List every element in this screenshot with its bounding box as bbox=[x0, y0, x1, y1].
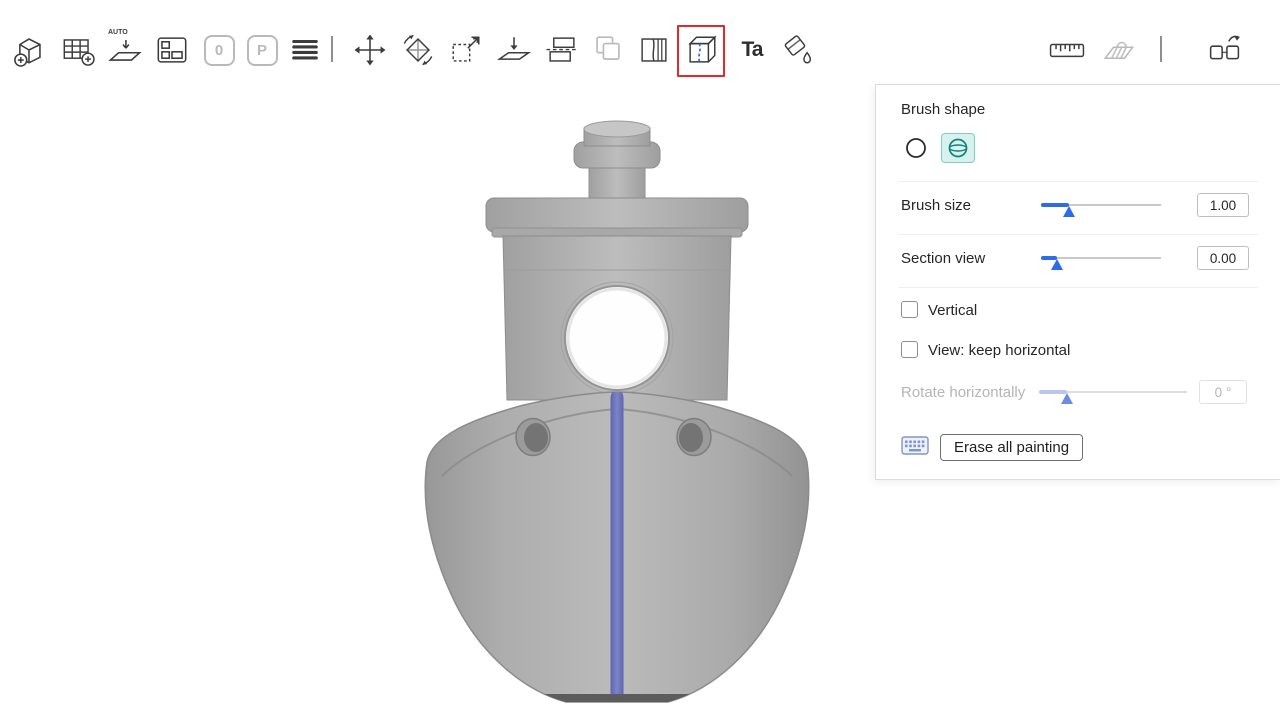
arrange-icon[interactable] bbox=[151, 27, 193, 73]
panel-divider bbox=[898, 234, 1258, 235]
tool-p-label: P bbox=[257, 42, 267, 59]
toolbar-separator bbox=[331, 36, 333, 62]
cut-icon[interactable] bbox=[541, 27, 583, 73]
shortcuts-keyboard-button[interactable] bbox=[901, 436, 929, 456]
rotate-icon[interactable] bbox=[397, 27, 439, 73]
add-plate-icon[interactable] bbox=[57, 27, 99, 73]
layers-icon[interactable] bbox=[284, 27, 326, 73]
tool-p-icon[interactable]: P bbox=[241, 27, 283, 73]
place-on-face-icon[interactable] bbox=[493, 27, 535, 73]
benchy-porthole-right bbox=[677, 419, 711, 456]
benchy-chimney bbox=[574, 121, 660, 204]
text-tool-icon[interactable]: Ta bbox=[731, 27, 773, 73]
clone-icon[interactable] bbox=[587, 27, 629, 73]
measure-icon[interactable] bbox=[1046, 27, 1088, 73]
split-icon[interactable] bbox=[1204, 27, 1246, 73]
benchy-cabin bbox=[486, 198, 748, 400]
brush-size-slider[interactable] bbox=[1041, 193, 1161, 217]
tool-0-label: 0 bbox=[215, 42, 223, 59]
seam-painting-icon[interactable] bbox=[681, 27, 723, 73]
keep-horizontal-checkbox[interactable] bbox=[901, 341, 918, 358]
slider-thumb[interactable] bbox=[1063, 206, 1075, 217]
toolbar-separator bbox=[1160, 36, 1162, 62]
slider-thumb bbox=[1061, 393, 1073, 404]
circle-brush-icon bbox=[904, 136, 928, 160]
panel-divider bbox=[898, 287, 1258, 288]
brush-size-value[interactable]: 1.00 bbox=[1197, 193, 1249, 217]
sphere-brush-icon bbox=[946, 136, 970, 160]
section-view-label: Section view bbox=[901, 250, 985, 267]
benchy-hull bbox=[425, 391, 810, 704]
move-icon[interactable] bbox=[349, 27, 391, 73]
benchy-cabin-window bbox=[565, 286, 669, 390]
keep-horizontal-checkbox-label: View: keep horizontal bbox=[928, 342, 1070, 359]
seam-painting-panel: Brush shape Brush size 1.00 Section view bbox=[875, 84, 1280, 480]
top-toolbar: AUTO 0 P bbox=[0, 0, 1280, 80]
panel-divider bbox=[898, 181, 1258, 182]
benchy-porthole-left bbox=[516, 419, 550, 456]
rotate-horizontally-label: Rotate horizontally bbox=[901, 384, 1025, 401]
rotate-horizontally-value: 0 ° bbox=[1199, 380, 1247, 404]
support-painting-icon[interactable] bbox=[633, 27, 675, 73]
erase-all-painting-button[interactable]: Erase all painting bbox=[940, 434, 1083, 461]
slider-thumb[interactable] bbox=[1051, 259, 1063, 270]
vertical-checkbox-label: Vertical bbox=[928, 302, 977, 319]
section-view-value[interactable]: 0.00 bbox=[1197, 246, 1249, 270]
scale-icon[interactable] bbox=[445, 27, 487, 73]
seam-paint-stripe bbox=[611, 391, 624, 704]
brush-shape-label: Brush shape bbox=[901, 101, 985, 118]
brush-shape-circle-option[interactable] bbox=[901, 133, 931, 163]
section-view-slider[interactable] bbox=[1041, 246, 1161, 270]
color-painting-icon[interactable] bbox=[777, 27, 819, 73]
slicer-app-window: AUTO 0 P bbox=[0, 0, 1280, 720]
auto-orient-icon[interactable]: AUTO bbox=[104, 27, 146, 73]
auto-orient-label: AUTO bbox=[108, 29, 128, 36]
rotate-horizontally-slider bbox=[1039, 380, 1187, 404]
vertical-checkbox[interactable] bbox=[901, 301, 918, 318]
brush-shape-sphere-option[interactable] bbox=[941, 133, 975, 163]
text-tool-glyph: Ta bbox=[742, 38, 763, 62]
add-object-icon[interactable] bbox=[8, 27, 50, 73]
assembly-icon[interactable] bbox=[1098, 27, 1140, 73]
brush-size-label: Brush size bbox=[901, 197, 971, 214]
tool-0-icon[interactable]: 0 bbox=[198, 27, 240, 73]
keyboard-icon bbox=[901, 436, 929, 456]
